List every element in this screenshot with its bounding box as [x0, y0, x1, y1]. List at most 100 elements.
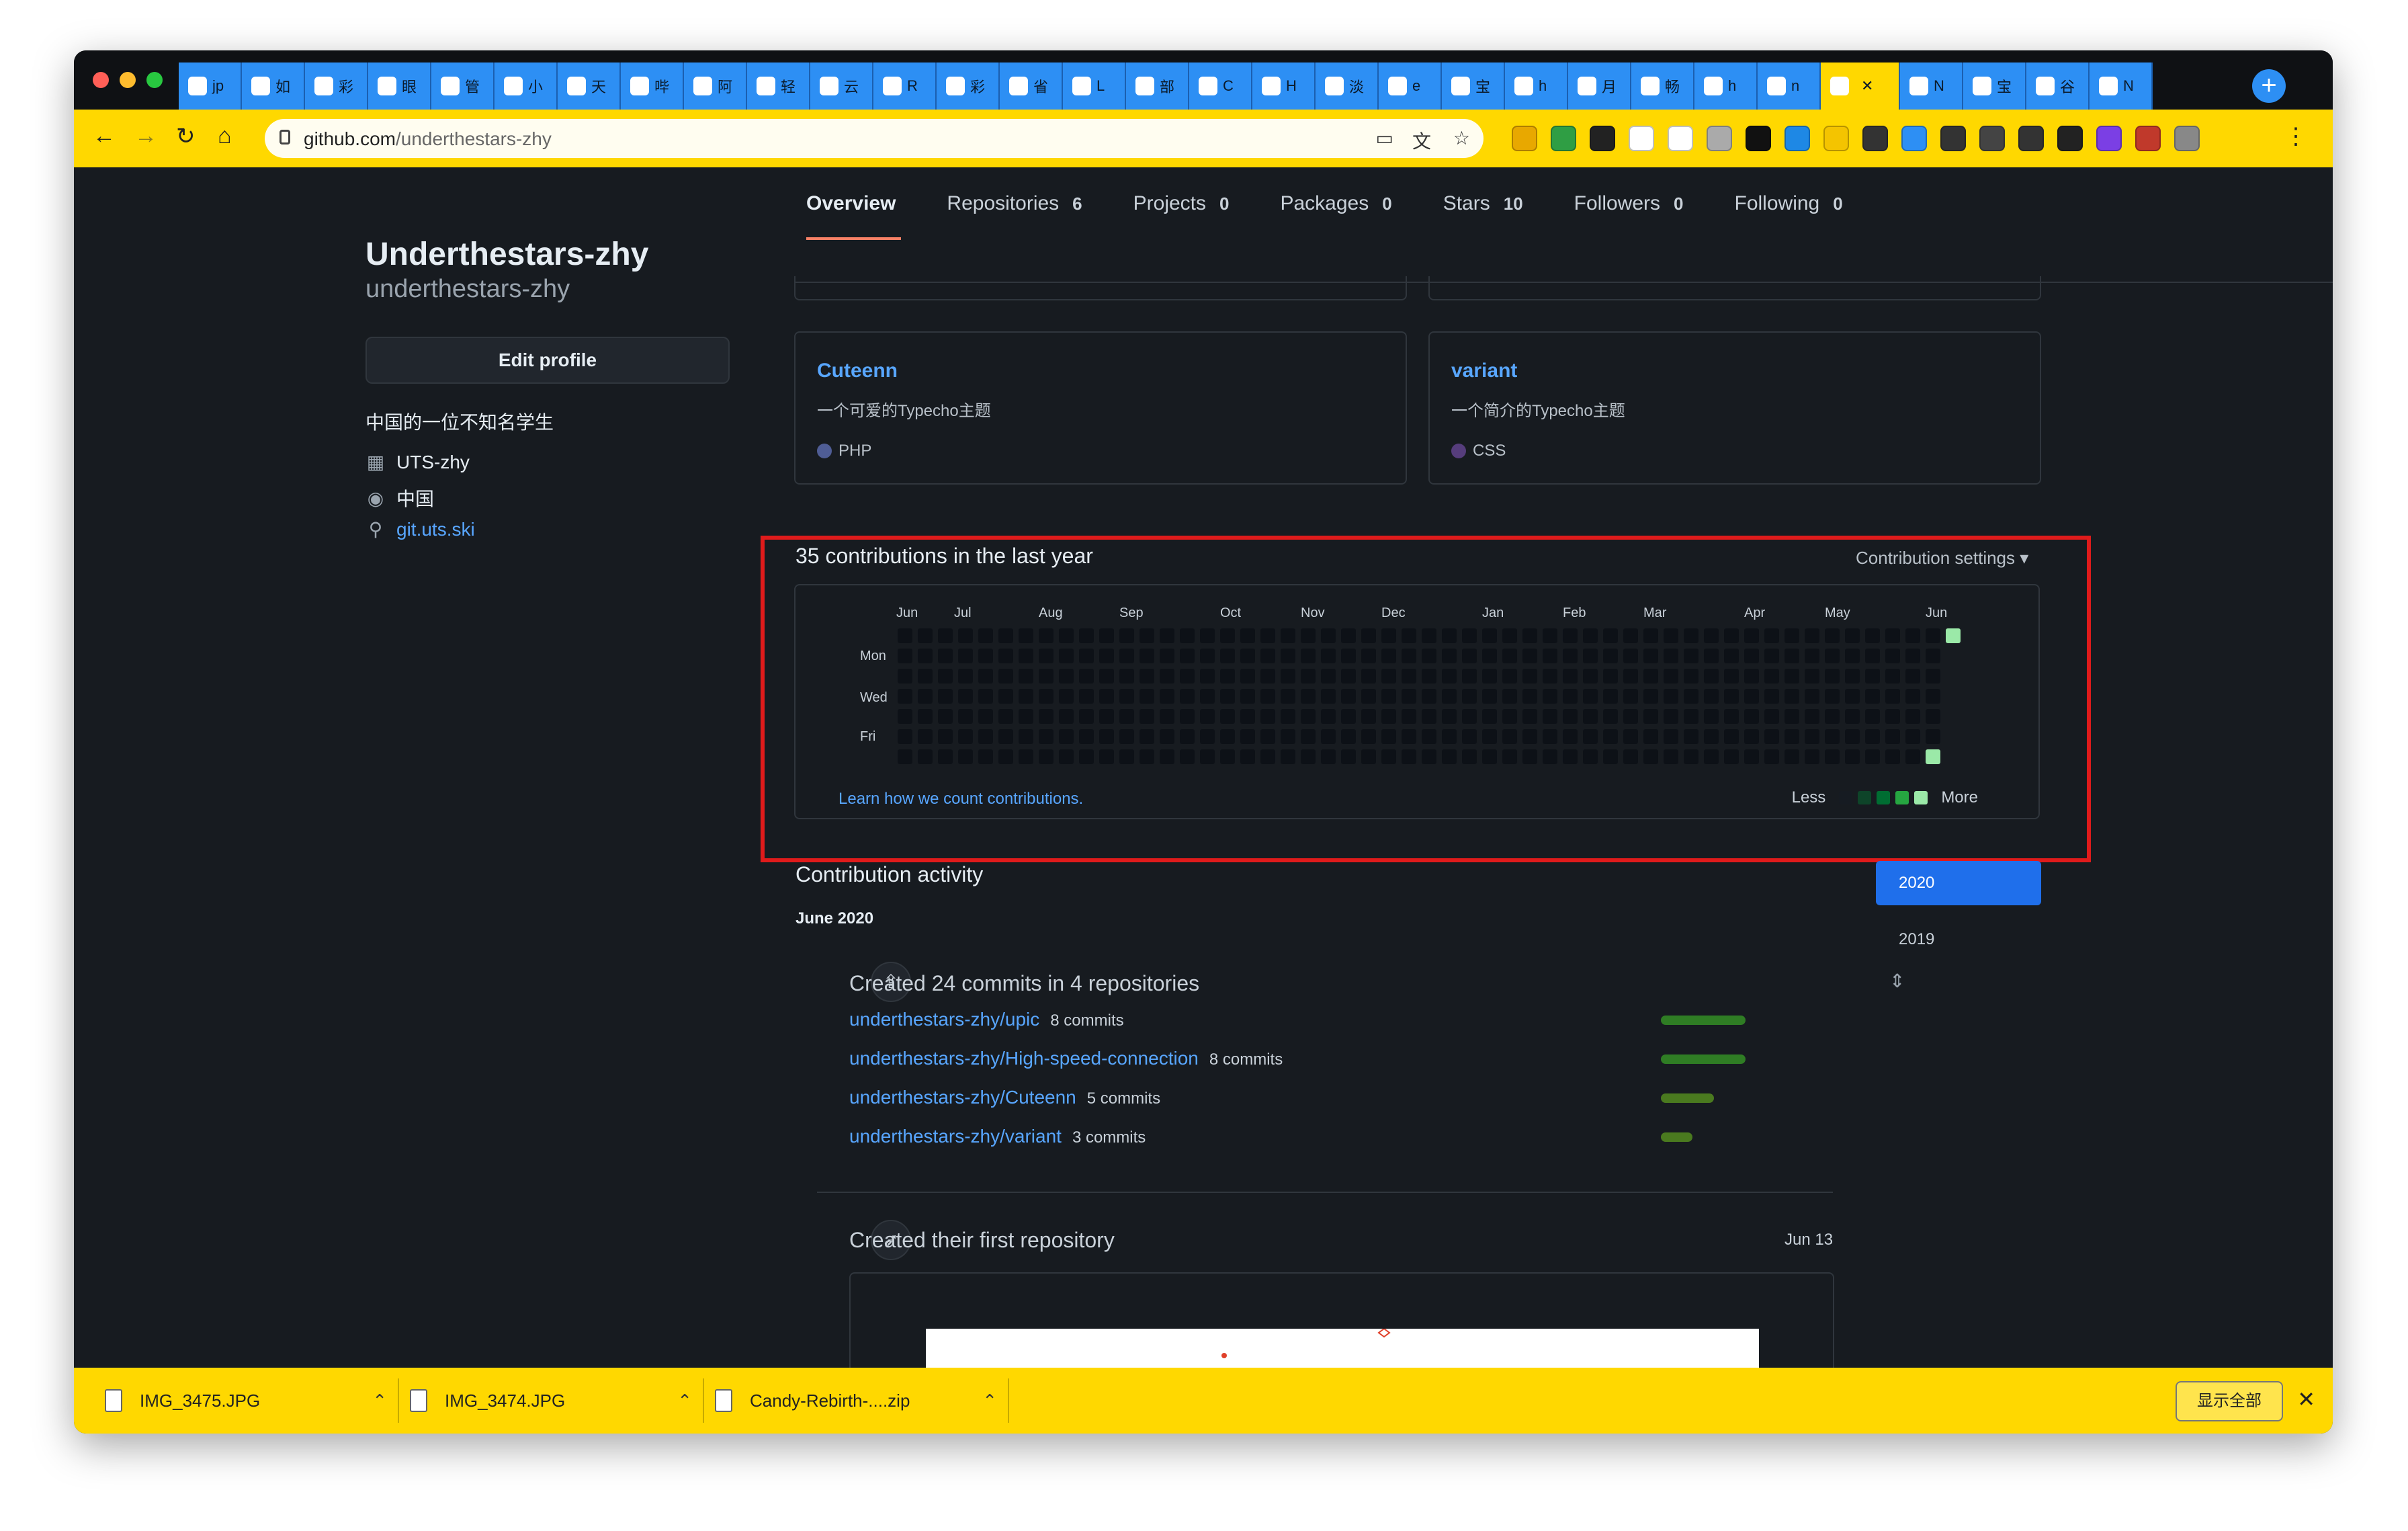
contribution-cell[interactable]	[1563, 689, 1578, 704]
repo-link[interactable]: underthestars-zhy/Cuteenn	[849, 1087, 1076, 1108]
contribution-cell[interactable]	[1140, 628, 1154, 643]
download-item[interactable]: Candy-Rebirth-....zip ⌃	[715, 1368, 997, 1434]
extension-icon[interactable]	[2174, 126, 2200, 151]
contribution-cell[interactable]	[1805, 749, 1819, 764]
contribution-cell[interactable]	[1119, 729, 1134, 744]
contribution-cell[interactable]	[1381, 628, 1396, 643]
contribution-cell[interactable]	[1684, 709, 1698, 724]
contribution-cell[interactable]	[1301, 709, 1316, 724]
contribution-cell[interactable]	[958, 628, 973, 643]
contribution-cell[interactable]	[1341, 709, 1356, 724]
contribution-cell[interactable]	[1301, 669, 1316, 684]
contribution-cell[interactable]	[1059, 628, 1074, 643]
contribution-cell[interactable]	[1764, 689, 1779, 704]
contribution-cell[interactable]	[1684, 669, 1698, 684]
contribution-cell[interactable]	[1119, 669, 1134, 684]
contribution-cell[interactable]	[1361, 689, 1376, 704]
contribution-cell[interactable]	[1462, 628, 1477, 643]
contribution-cell[interactable]	[1885, 628, 1900, 643]
repo-link[interactable]: underthestars-zhy/variant	[849, 1126, 1062, 1147]
download-item[interactable]: IMG_3475.JPG ⌃	[105, 1368, 387, 1434]
back-icon[interactable]: ←	[93, 123, 116, 149]
contribution-cell[interactable]	[1784, 749, 1799, 764]
contribution-cell[interactable]	[1764, 649, 1779, 663]
contribution-cell[interactable]	[1724, 729, 1739, 744]
contribution-cell[interactable]	[1865, 749, 1880, 764]
contribution-cell[interactable]	[1784, 628, 1799, 643]
contribution-cell[interactable]	[1341, 669, 1356, 684]
tab-projects[interactable]: Projects 0	[1133, 167, 1230, 240]
website-link[interactable]: git.uts.ski	[396, 519, 475, 540]
contribution-cell[interactable]	[1220, 628, 1235, 643]
extension-icon[interactable]	[2057, 126, 2083, 151]
contribution-cell[interactable]	[1281, 669, 1295, 684]
contribution-cell[interactable]	[1603, 729, 1618, 744]
contribution-cell[interactable]	[1643, 749, 1658, 764]
contribution-settings-dropdown[interactable]: Contribution settings ▾	[1856, 548, 2028, 569]
browser-tab[interactable]: 小	[494, 63, 558, 110]
contribution-cell[interactable]	[1905, 649, 1920, 663]
browser-tab[interactable]: n	[1758, 63, 1821, 110]
contribution-cell[interactable]	[1180, 709, 1195, 724]
contribution-cell[interactable]	[1099, 669, 1114, 684]
contribution-cell[interactable]	[1543, 709, 1557, 724]
extension-icon[interactable]	[1590, 126, 1615, 151]
contribution-cell[interactable]	[1059, 729, 1074, 744]
contribution-cell[interactable]	[1603, 628, 1618, 643]
contribution-cell[interactable]	[1482, 709, 1497, 724]
contribution-cell[interactable]	[1301, 628, 1316, 643]
contribution-cell[interactable]	[1623, 649, 1638, 663]
contribution-cell[interactable]	[1825, 709, 1840, 724]
contribution-cell[interactable]	[958, 669, 973, 684]
learn-contributions-link[interactable]: Learn how we count contributions.	[838, 790, 1083, 809]
contribution-cell[interactable]	[1603, 669, 1618, 684]
contribution-cell[interactable]	[1422, 749, 1436, 764]
browser-tab[interactable]: 哔	[621, 63, 684, 110]
contribution-cell[interactable]	[1180, 649, 1195, 663]
tab-following[interactable]: Following 0	[1735, 167, 1843, 240]
contribution-cell[interactable]	[1825, 729, 1840, 744]
contribution-cell[interactable]	[978, 709, 993, 724]
contribution-cell[interactable]	[1321, 628, 1336, 643]
contribution-cell[interactable]	[898, 628, 912, 643]
browser-tab[interactable]: 如	[242, 63, 305, 110]
contribution-cell[interactable]	[918, 709, 933, 724]
show-all-downloads-button[interactable]: 显示全部	[2176, 1381, 2283, 1421]
cast-icon[interactable]: ▭	[1376, 127, 1393, 149]
contribution-cell[interactable]	[1664, 709, 1678, 724]
contribution-cell[interactable]	[1926, 709, 1940, 724]
contribution-cell[interactable]	[1119, 749, 1134, 764]
contribution-cell[interactable]	[938, 729, 953, 744]
tab-followers[interactable]: Followers 0	[1574, 167, 1684, 240]
contribution-cell[interactable]	[1200, 709, 1215, 724]
edit-profile-button[interactable]: Edit profile	[366, 337, 730, 384]
contribution-cell[interactable]	[1160, 689, 1174, 704]
contribution-cell[interactable]	[1140, 709, 1154, 724]
contribution-cell[interactable]	[918, 649, 933, 663]
contribution-cell[interactable]	[1583, 729, 1598, 744]
contribution-cell[interactable]	[1281, 689, 1295, 704]
contribution-cell[interactable]	[1281, 628, 1295, 643]
contribution-cell[interactable]	[938, 689, 953, 704]
contribution-cell[interactable]	[1502, 709, 1517, 724]
contribution-cell[interactable]	[1160, 709, 1174, 724]
contribution-cell[interactable]	[1744, 669, 1759, 684]
zoom-window-button[interactable]	[146, 72, 163, 88]
contribution-cell[interactable]	[1240, 669, 1255, 684]
contribution-cell[interactable]	[1079, 669, 1094, 684]
browser-tab[interactable]: R	[873, 63, 937, 110]
contribution-cell[interactable]	[1805, 689, 1819, 704]
contribution-cell[interactable]	[1019, 628, 1033, 643]
contribution-cell[interactable]	[1522, 628, 1537, 643]
contribution-cell[interactable]	[1764, 709, 1779, 724]
browser-tab[interactable]: 阿	[684, 63, 747, 110]
contribution-cell[interactable]	[1905, 709, 1920, 724]
contribution-cell[interactable]	[1321, 749, 1336, 764]
contribution-cell[interactable]	[1543, 729, 1557, 744]
contribution-cell[interactable]	[938, 669, 953, 684]
contribution-cell[interactable]	[1422, 669, 1436, 684]
contribution-cell[interactable]	[1845, 709, 1860, 724]
contribution-cell[interactable]	[1482, 729, 1497, 744]
contribution-cell[interactable]	[1099, 749, 1114, 764]
contribution-cell[interactable]	[1402, 628, 1416, 643]
